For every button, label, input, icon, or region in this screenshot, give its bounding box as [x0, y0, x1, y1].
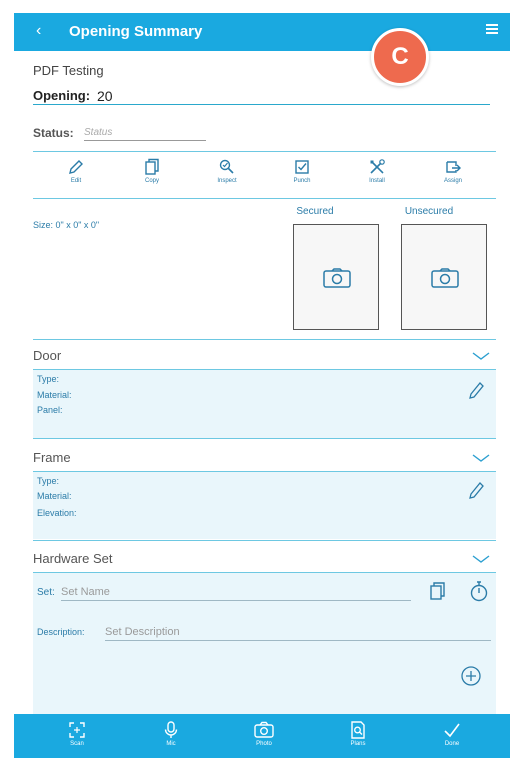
set-name-input[interactable]: [61, 583, 411, 601]
assign-button[interactable]: Assign: [423, 158, 483, 184]
frame-section-header[interactable]: Frame: [33, 446, 496, 470]
door-panel-label: Panel:: [37, 405, 63, 415]
description-input[interactable]: [105, 623, 491, 641]
frame-type-label: Type:: [37, 476, 60, 486]
edit-frame-icon[interactable]: [468, 480, 484, 500]
frame-material-label: Material:: [37, 491, 72, 501]
edit-button[interactable]: Edit: [46, 158, 106, 184]
done-label: Done: [444, 741, 460, 747]
set-label: Set:: [37, 587, 55, 598]
mic-button[interactable]: Mic: [141, 721, 201, 747]
door-section-header[interactable]: Door: [33, 344, 496, 368]
scan-button[interactable]: Scan: [47, 721, 107, 747]
checkmark-icon: [444, 723, 460, 738]
bottom-nav: Scan Mic Photo Plans Done: [14, 714, 510, 758]
photo-label: Photo: [256, 741, 272, 747]
door-details: Type: Material: Panel:: [33, 370, 496, 438]
divider: [33, 438, 496, 439]
page-title: Opening Summary: [69, 23, 203, 40]
punch-icon: [295, 160, 309, 174]
status-label: Status:: [33, 126, 74, 140]
assign-icon: [446, 161, 461, 173]
door-title: Door: [33, 348, 62, 363]
copy-button[interactable]: Copy: [122, 158, 182, 184]
assign-label: Assign: [443, 178, 462, 184]
app-header: ‹ Opening Summary: [14, 13, 510, 51]
plans-button[interactable]: Plans: [328, 721, 388, 747]
edit-door-icon[interactable]: [468, 380, 484, 400]
plans-icon: [351, 721, 365, 739]
secured-label: Secured: [296, 206, 334, 217]
inspect-label: Inspect: [217, 178, 237, 184]
tools-icon: [370, 159, 385, 174]
camera-icon: [431, 268, 459, 288]
chevron-down-icon[interactable]: [472, 352, 490, 360]
description-label: Description:: [37, 627, 85, 637]
scan-icon: [69, 722, 85, 738]
opening-label: Opening:: [33, 88, 91, 103]
install-button[interactable]: Install: [347, 158, 407, 184]
unsecured-photo-slot[interactable]: [401, 224, 487, 330]
divider: [33, 151, 496, 152]
mic-label: Mic: [166, 741, 176, 747]
opening-value[interactable]: 20: [97, 88, 113, 104]
plans-label: Plans: [350, 741, 366, 747]
opening-size: Size: 0" x 0" x 0": [33, 220, 100, 230]
microphone-icon: [164, 721, 178, 738]
scan-label: Scan: [70, 741, 84, 747]
back-icon[interactable]: ‹: [36, 22, 41, 40]
secured-photo-slot[interactable]: [293, 224, 379, 330]
door-type-label: Type:: [37, 374, 60, 384]
copy-icon[interactable]: [429, 581, 447, 601]
inspect-icon: [219, 159, 234, 174]
punch-button[interactable]: Punch: [272, 158, 332, 184]
unsecured-label: Unsecured: [404, 206, 454, 217]
divider: [33, 540, 496, 541]
action-toolbar: Edit Copy Inspect Punch Install Assign: [33, 158, 496, 196]
chevron-down-icon[interactable]: [472, 454, 490, 462]
stopwatch-icon[interactable]: [469, 580, 489, 602]
divider: [33, 198, 496, 199]
frame-elevation-label: Elevation:: [37, 508, 77, 518]
project-name: PDF Testing: [33, 63, 104, 78]
hardware-details: Set: Description:: [33, 573, 496, 714]
chevron-down-icon[interactable]: [472, 555, 490, 563]
add-icon[interactable]: [460, 665, 482, 687]
status-input[interactable]: [84, 125, 206, 141]
user-badge[interactable]: C: [371, 28, 429, 86]
camera-icon: [254, 721, 274, 738]
opening-underline: [33, 104, 490, 105]
hardware-section-header[interactable]: Hardware Set: [33, 547, 496, 571]
photo-button[interactable]: Photo: [234, 721, 294, 747]
copy-label: Copy: [144, 178, 159, 184]
punch-label: Punch: [293, 178, 311, 184]
door-material-label: Material:: [37, 390, 72, 400]
inspect-button[interactable]: Inspect: [197, 158, 257, 184]
camera-icon: [323, 268, 351, 288]
edit-label: Edit: [70, 178, 82, 184]
install-label: Install: [369, 178, 385, 184]
divider: [33, 339, 496, 340]
frame-title: Frame: [33, 450, 71, 465]
frame-details: Type: Material: Elevation:: [33, 472, 496, 539]
menu-icon[interactable]: [486, 24, 498, 34]
copy-icon: [145, 158, 159, 175]
hardware-title: Hardware Set: [33, 551, 113, 566]
pencil-icon: [69, 160, 83, 174]
done-button[interactable]: Done: [422, 721, 482, 747]
